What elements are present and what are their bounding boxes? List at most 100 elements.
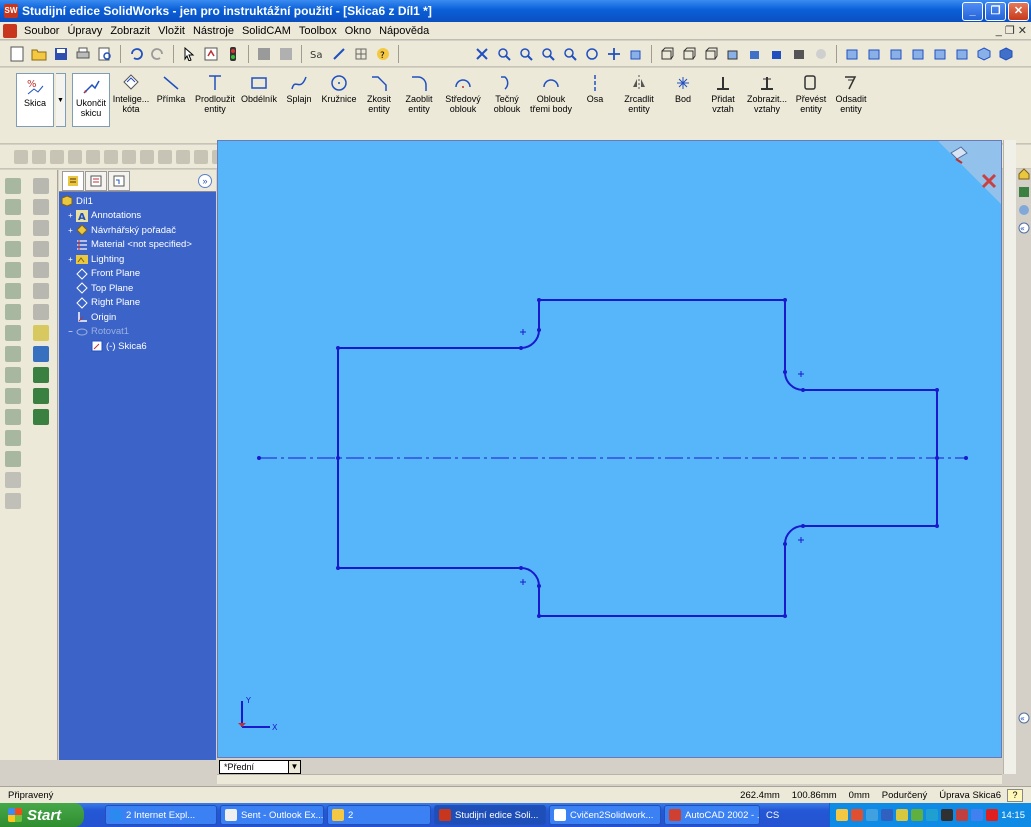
command-chamfer[interactable]: Zkosit entity [360, 73, 398, 114]
tray-icon-3[interactable] [866, 809, 879, 821]
tree-item-origin[interactable]: Origin [61, 310, 216, 325]
lofted-boss-icon[interactable] [68, 149, 82, 164]
sketch-dropdown-arrow[interactable]: ▼ [56, 73, 66, 127]
tray-icon-6[interactable] [911, 809, 924, 821]
zoom-fit-icon[interactable] [495, 45, 513, 63]
tray-icon-10[interactable] [971, 809, 984, 821]
open-icon[interactable] [30, 45, 48, 63]
solidworks-app-icon[interactable]: SW [4, 4, 18, 18]
tree-item-material[interactable]: Material <not specified> [61, 238, 216, 253]
centerline-end-point[interactable] [964, 456, 968, 460]
taskbar-item-folder[interactable]: 2 [327, 805, 431, 825]
command-rectangle[interactable]: Obdélník [240, 73, 278, 104]
new-document-icon[interactable] [8, 45, 26, 63]
redo-icon[interactable] [149, 45, 167, 63]
revolved-cut-icon[interactable] [104, 149, 118, 164]
tray-icon-2[interactable] [851, 809, 864, 821]
tree-item-right-plane[interactable]: Right Plane [61, 296, 216, 311]
tree-item-lighting[interactable]: + Lighting [61, 252, 216, 267]
menu-soubor[interactable]: Soubor [20, 25, 63, 37]
command-display-relations[interactable]: Zobrazit... vztahy [744, 73, 790, 114]
pan-icon[interactable] [605, 45, 623, 63]
relation-tool-6-icon[interactable] [33, 283, 49, 299]
tab-configuration-manager[interactable] [108, 170, 130, 191]
zoom-in-out-icon[interactable] [539, 45, 557, 63]
sketch-options-icon[interactable]: Sa [308, 45, 326, 63]
shaded-icon[interactable] [746, 45, 764, 63]
realview-icon[interactable] [812, 45, 830, 63]
tray-icon-4[interactable] [881, 809, 894, 821]
start-button[interactable]: Start [0, 803, 84, 827]
layout-icon[interactable] [255, 45, 273, 63]
relation-tool-1-icon[interactable] [33, 178, 49, 194]
shadows-icon[interactable] [768, 45, 786, 63]
task-pane-expand-icon[interactable]: « [1018, 712, 1030, 724]
save-icon[interactable] [52, 45, 70, 63]
relation-tool-3-icon[interactable] [33, 220, 49, 236]
command-centerline[interactable]: Osa [576, 73, 614, 104]
graphics-area[interactable]: Y X [217, 140, 1002, 758]
solidworks-logo-icon[interactable] [3, 23, 17, 38]
grid-icon[interactable] [277, 45, 295, 63]
command-mirror[interactable]: Zrcadlit entity [616, 73, 662, 114]
hidden-lines-removed-icon[interactable] [702, 45, 720, 63]
view-front-icon[interactable] [843, 45, 861, 63]
horizontal-scrollbar[interactable] [217, 774, 1002, 784]
command-extend-entities[interactable]: Prodloužit entity [192, 73, 238, 114]
tree-item-annotations[interactable]: + A Annotations [61, 209, 216, 224]
relations-icon[interactable] [330, 45, 348, 63]
zoom-selection-icon[interactable] [561, 45, 579, 63]
sketch-tool-12-icon[interactable] [5, 409, 21, 425]
expand-toggle[interactable]: + [67, 211, 74, 220]
view-bottom-icon[interactable] [953, 45, 971, 63]
rib-icon[interactable] [194, 149, 208, 164]
print-preview-icon[interactable] [96, 45, 114, 63]
tray-icon-9[interactable] [956, 809, 969, 821]
rotate-view-icon[interactable] [583, 45, 601, 63]
minimize-button[interactable]: _ [962, 1, 983, 21]
extruded-cut-icon[interactable] [86, 149, 100, 164]
sketch-tool-10-icon[interactable] [5, 367, 21, 383]
sketch-tool-2-icon[interactable] [5, 199, 21, 215]
tray-icon-1[interactable] [836, 809, 849, 821]
shaded-with-edges-icon[interactable] [724, 45, 742, 63]
tree-item-design-binder[interactable]: + Návrhářský pořadač [61, 223, 216, 238]
collapse-toggle[interactable]: − [67, 327, 74, 336]
select-icon[interactable] [180, 45, 198, 63]
tree-root[interactable]: Díl1 [61, 194, 216, 209]
language-indicator[interactable]: CS [766, 810, 779, 821]
fillet-feature-icon[interactable] [158, 149, 172, 164]
menu-okno[interactable]: Okno [341, 25, 375, 37]
extruded-boss-icon[interactable] [14, 149, 28, 164]
menu-solidcam[interactable]: SolidCAM [238, 25, 295, 37]
sketch-tool-14-icon[interactable] [5, 451, 21, 467]
relation-tool-4-icon[interactable] [33, 241, 49, 257]
tray-icon-8[interactable] [941, 809, 954, 821]
tree-item-sketch[interactable]: (-) Skica6 [61, 339, 216, 354]
tab-property-manager[interactable] [85, 170, 107, 191]
relation-tool-11-icon[interactable] [33, 388, 49, 404]
sketch-canvas[interactable]: Y X [218, 141, 1002, 758]
vertical-scrollbar[interactable] [1003, 140, 1016, 774]
taskbar-clock[interactable]: 14:15 [1001, 810, 1025, 821]
sketch-tool-11-icon[interactable] [5, 388, 21, 404]
chamfer-feature-icon[interactable] [176, 149, 190, 164]
taskbar-item-solidworks[interactable]: Studijní edice Soli... [434, 805, 546, 825]
menu-toolbox[interactable]: Toolbox [295, 25, 341, 37]
view-isometric-icon[interactable] [975, 45, 993, 63]
print-icon[interactable] [74, 45, 92, 63]
sketch-tool-9-icon[interactable] [5, 346, 21, 362]
wireframe-icon[interactable] [658, 45, 676, 63]
close-button[interactable]: ✕ [1008, 1, 1029, 21]
hidden-lines-visible-icon[interactable] [680, 45, 698, 63]
command-point[interactable]: Bod [664, 73, 702, 104]
tray-icon-5[interactable] [896, 809, 909, 821]
help-icon[interactable]: ? [374, 45, 392, 63]
taskbar-item-outlook[interactable]: Sent - Outlook Ex... [220, 805, 324, 825]
undo-icon[interactable] [127, 45, 145, 63]
command-fillet[interactable]: Zaoblit entity [400, 73, 438, 114]
task-pane-collapse-icon[interactable]: « [1018, 222, 1030, 234]
tree-item-top-plane[interactable]: Top Plane [61, 281, 216, 296]
tree-item-revolve[interactable]: − Rotovat1 [61, 325, 216, 340]
command-center-arc[interactable]: Středový oblouk [440, 73, 486, 114]
